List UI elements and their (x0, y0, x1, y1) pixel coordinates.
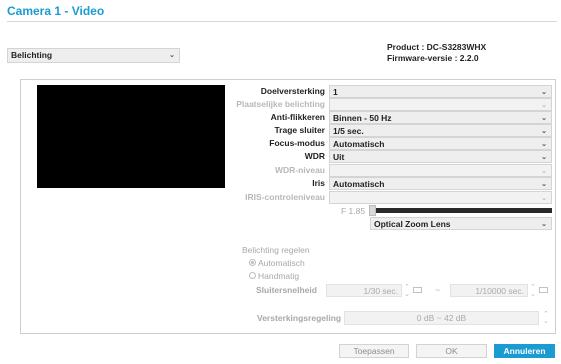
gain-field[interactable]: 0 dB ~ 42 dB (344, 311, 539, 325)
doelversterking-select[interactable]: 1 ⌄ (329, 85, 552, 98)
exposure-heading: Belichting regelen (242, 245, 310, 255)
gain-label: Versterkingsregeling (257, 313, 342, 323)
shutter-min-field[interactable]: 1/30 sec. (326, 284, 402, 297)
firmware-info: Firmware-versie : 2.2.0 (387, 53, 479, 63)
radio-handmatig-label: Handmatig (258, 271, 300, 281)
radio-automatisch-label: Automatisch (258, 258, 305, 268)
spinner-arrows-icon[interactable]: ⌃ ⌄ (404, 284, 410, 298)
category-select-value: Belichting (11, 50, 53, 60)
ok-button[interactable]: OK (416, 344, 487, 358)
wdr-niveau-label: WDR-niveau (274, 165, 325, 175)
f-number-label: F 1.85 (341, 206, 366, 216)
doelversterking-label: Doelversterking (260, 86, 325, 96)
keyboard-icon[interactable] (413, 287, 422, 293)
spinner-arrows-icon[interactable]: ⌃ ⌄ (530, 284, 536, 298)
wdr-value: Uit (333, 152, 345, 162)
category-select[interactable]: Belichting ⌄ (7, 48, 180, 63)
chevron-down-icon: ⌄ (541, 181, 547, 188)
keyboard-icon[interactable] (539, 287, 548, 293)
iris-select[interactable]: Automatisch ⌄ (329, 177, 552, 190)
anti-flikkeren-select[interactable]: Binnen - 50 Hz ⌄ (329, 111, 552, 124)
iris-control-label: IRIS-controleniveau (245, 192, 325, 202)
trage-sluiter-value: 1/5 sec. (333, 126, 364, 136)
shutter-range-separator: ~ (435, 285, 440, 295)
doelversterking-value: 1 (333, 87, 338, 97)
trage-sluiter-label: Trage sluiter (274, 125, 325, 135)
trage-sluiter-select[interactable]: 1/5 sec. ⌄ (329, 124, 552, 137)
focus-modus-value: Automatisch (333, 139, 385, 149)
chevron-down-icon: ⌄ (541, 221, 547, 228)
apply-button[interactable]: Toepassen (339, 344, 409, 358)
wdr-niveau-select[interactable]: ⌄ (329, 164, 552, 177)
title-divider (7, 21, 557, 22)
radio-automatisch[interactable] (249, 259, 256, 266)
chevron-down-icon: ⌄ (169, 52, 175, 59)
anti-flikkeren-value: Binnen - 50 Hz (333, 113, 392, 123)
chevron-down-icon: ⌄ (541, 195, 547, 202)
radio-handmatig[interactable] (249, 272, 256, 279)
anti-flikkeren-label: Anti-flikkeren (270, 112, 325, 122)
shutter-max-field[interactable]: 1/10000 sec. (450, 284, 528, 297)
focus-modus-select[interactable]: Automatisch ⌄ (329, 137, 552, 150)
cancel-button[interactable]: Annuleren (494, 344, 555, 358)
focus-modus-label: Focus-modus (269, 138, 325, 148)
plaatselijke-select[interactable]: ⌄ (329, 98, 552, 111)
spinner-arrows-icon[interactable]: ⌃ ⌄ (543, 311, 549, 325)
wdr-label: WDR (304, 151, 325, 161)
iris-label: Iris (312, 178, 325, 188)
chevron-down-icon: ⌄ (541, 154, 547, 161)
title-bar: Camera 1 - Video (0, 0, 561, 32)
product-info: Product : DC-S3283WHX (387, 42, 487, 52)
shutter-label: Sluitersnelheid (256, 285, 317, 295)
iris-value: Automatisch (333, 179, 385, 189)
wdr-select[interactable]: Uit ⌄ (329, 150, 552, 163)
plaatselijke-label: Plaatselijke belichting (236, 99, 325, 109)
f-number-slider[interactable] (370, 208, 552, 213)
f-number-slider-handle[interactable] (369, 205, 376, 216)
window-title: Camera 1 - Video (7, 4, 105, 18)
iris-control-select[interactable]: ⌄ (329, 191, 552, 204)
lens-value: Optical Zoom Lens (374, 219, 451, 229)
lens-select[interactable]: Optical Zoom Lens ⌄ (370, 217, 552, 230)
